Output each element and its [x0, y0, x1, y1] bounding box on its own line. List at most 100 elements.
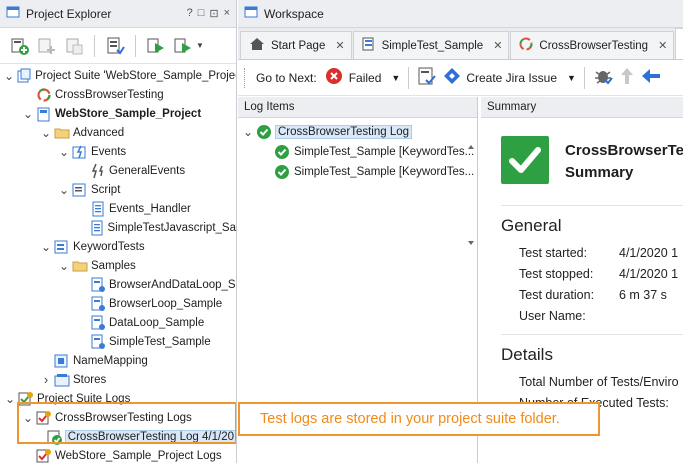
- arrow-left-icon[interactable]: [641, 68, 661, 87]
- tree-item-label: BrowserLoop_Sample: [109, 297, 223, 310]
- run-project-icon[interactable]: [144, 34, 168, 58]
- tree-item[interactable]: ⌄ WebStore_Sample_Project: [0, 104, 236, 123]
- remove-item-icon[interactable]: [62, 34, 86, 58]
- log-item-label: CrossBrowserTesting Log: [274, 125, 413, 139]
- run-dropdown-icon[interactable]: ▼: [196, 41, 204, 50]
- tree-item-label: SimpleTestJavascript_Sa: [107, 221, 236, 234]
- tab-start-page[interactable]: Start Page ✕: [240, 31, 352, 59]
- expand-arrow-icon[interactable]: ⌄: [242, 126, 254, 138]
- expand-arrow-icon[interactable]: ⌄: [58, 146, 70, 158]
- logs-icon: [36, 448, 52, 463]
- cross-browser-icon: [519, 37, 533, 54]
- tree-item[interactable]: ⌄ Advanced: [0, 123, 236, 142]
- tree-item-label: WebStore_Sample_Project: [55, 107, 202, 120]
- project-explorer-titlebar: Project Explorer ? □ ⊡ ×: [0, 0, 236, 28]
- help-icon[interactable]: ?: [187, 7, 193, 20]
- tab-log-active[interactable]: [675, 28, 683, 59]
- log-items-header: Log Items: [238, 97, 477, 118]
- summary-field-row: Test stopped: 4/1/2020 1: [519, 263, 683, 284]
- tree-item[interactable]: ⌄ Samples: [0, 256, 236, 275]
- expand-arrow-icon[interactable]: ⌄: [4, 393, 16, 405]
- log-items-tree: ⌄ CrossBrowserTesting Log SimpleTest_Sampl…: [238, 118, 477, 182]
- tab-close-icon[interactable]: ✕: [493, 39, 502, 52]
- tree-item-label: Advanced: [73, 126, 125, 139]
- add-new-item-icon[interactable]: [8, 34, 32, 58]
- script-file-icon: [89, 220, 105, 236]
- events-icon: [72, 144, 88, 160]
- project-properties-icon[interactable]: [103, 34, 127, 58]
- tree-item-label: SimpleTest_Sample: [109, 335, 211, 348]
- create-jira-issue-button[interactable]: Create Jira Issue: [466, 71, 557, 85]
- project-explorer-icon: [6, 5, 20, 22]
- tree-item[interactable]: Events_Handler: [0, 199, 236, 218]
- tree-item[interactable]: BrowserAndDataLoop_S: [0, 275, 236, 294]
- close-icon[interactable]: ×: [224, 7, 230, 20]
- tab-close-icon[interactable]: ✕: [658, 39, 667, 52]
- jira-icon[interactable]: [443, 67, 461, 88]
- tree-item-label: Script: [91, 183, 121, 196]
- tree-item[interactable]: ⌄ KeywordTests: [0, 237, 236, 256]
- expand-arrow-icon[interactable]: ⌄: [22, 108, 34, 120]
- failed-dropdown-icon[interactable]: ▼: [391, 73, 400, 83]
- workspace-panel: Workspace Start Page ✕ SimpleTest_Sample…: [238, 0, 683, 463]
- tree-item-label: Samples: [91, 259, 136, 272]
- tree-item[interactable]: CrossBrowserTesting: [0, 85, 236, 104]
- workspace-titlebar: Workspace: [238, 0, 683, 28]
- expand-arrow-icon[interactable]: ⌄: [58, 184, 70, 196]
- tab-simpletest-sample[interactable]: SimpleTest_Sample ✕: [352, 31, 510, 59]
- go-to-next-label: Go to Next:: [256, 70, 317, 85]
- run-suite-icon[interactable]: [171, 34, 195, 58]
- details-section-title: Details: [501, 345, 553, 364]
- tab-label: SimpleTest_Sample: [381, 39, 484, 52]
- pin-icon[interactable]: ⊡: [209, 7, 218, 20]
- summary-field-label: Test duration:: [519, 287, 595, 302]
- log-items-scrollbar[interactable]: [467, 145, 475, 245]
- tree-item[interactable]: ⌄ Project Suite 'WebStore_Sample_Project: [0, 66, 236, 85]
- collapse-arrow-icon[interactable]: ›: [40, 372, 52, 387]
- project-explorer-panel: Project Explorer ? □ ⊡ × ▼ ⌄ Project Sui…: [0, 0, 237, 463]
- tree-item[interactable]: BrowserLoop_Sample: [0, 294, 236, 313]
- callout-text: Test logs are stored in your project sui…: [260, 411, 560, 427]
- tree-item[interactable]: NameMapping: [0, 351, 236, 370]
- log-item-row[interactable]: ⌄ CrossBrowserTesting Log: [238, 122, 477, 142]
- tree-item[interactable]: › Stores: [0, 370, 236, 389]
- summary-field-value: 4/1/2020 1: [619, 266, 679, 281]
- name-mapping-icon: [54, 353, 70, 369]
- tree-item[interactable]: ⌄ Script: [0, 180, 236, 199]
- arrow-up-icon[interactable]: [619, 66, 635, 89]
- expand-arrow-icon[interactable]: ⌄: [58, 260, 70, 272]
- tree-item-label: Events_Handler: [109, 202, 191, 215]
- tree-item-label: Events: [91, 145, 127, 158]
- tree-item[interactable]: WebStore_Sample_Project Logs: [0, 446, 236, 463]
- summary-field-row: User Name:: [519, 305, 683, 326]
- summary-field-row: Test duration: 6 m 37 s: [519, 284, 683, 305]
- check-green-icon: [274, 164, 290, 180]
- float-icon[interactable]: □: [198, 7, 205, 20]
- jira-dropdown-icon[interactable]: ▼: [567, 73, 576, 83]
- failed-filter-label[interactable]: Failed: [349, 71, 382, 85]
- tree-item[interactable]: ⌄ Events: [0, 142, 236, 161]
- expand-arrow-icon[interactable]: ⌄: [4, 70, 14, 82]
- checklist-icon[interactable]: [417, 66, 437, 89]
- expand-arrow-icon[interactable]: ⌄: [40, 241, 52, 253]
- tab-label: Start Page: [271, 39, 326, 52]
- keyword-test-icon: [90, 296, 106, 312]
- tree-item[interactable]: GeneralEvents: [0, 161, 236, 180]
- tree-item[interactable]: SimpleTest_Sample: [0, 332, 236, 351]
- tree-item[interactable]: DataLoop_Sample: [0, 313, 236, 332]
- failed-error-icon[interactable]: [325, 67, 343, 88]
- tab-crossbrowsertesting[interactable]: CrossBrowserTesting ✕: [510, 31, 675, 59]
- add-existing-item-icon[interactable]: [35, 34, 59, 58]
- workspace-icon: [244, 5, 258, 22]
- log-item-row[interactable]: SimpleTest_Sample [KeywordTes...: [238, 162, 477, 182]
- check-green-icon: [274, 144, 290, 160]
- keyword-test-icon: [90, 315, 106, 331]
- bug-icon[interactable]: [593, 66, 613, 89]
- log-item-row[interactable]: SimpleTest_Sample [KeywordTes...: [238, 142, 477, 162]
- expand-arrow-icon[interactable]: ⌄: [40, 127, 52, 139]
- tree-item[interactable]: SimpleTestJavascript_Sa: [0, 218, 236, 237]
- summary-field-row: Total Number of Tests/Enviro: [519, 371, 683, 392]
- tab-close-icon[interactable]: ✕: [335, 39, 344, 52]
- summary-title-line1: CrossBrowserTe: [565, 141, 683, 159]
- keyword-test-icon: [90, 334, 106, 350]
